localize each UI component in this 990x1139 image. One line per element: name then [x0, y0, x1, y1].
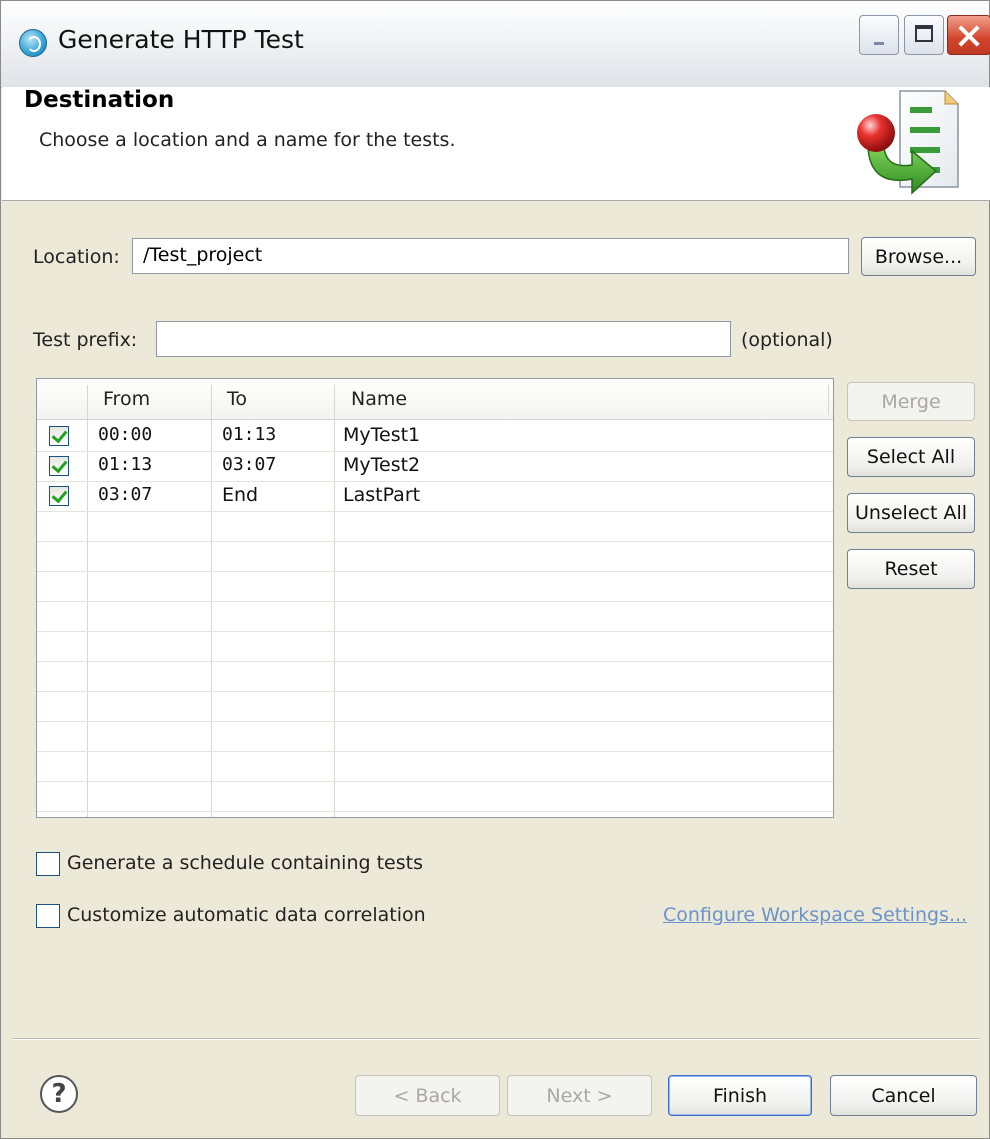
row-checkbox[interactable]: [49, 426, 69, 446]
title-bar: Generate HTTP Test: [1, 1, 990, 88]
generate-schedule-checkbox[interactable]: [36, 852, 60, 876]
test-split-table[interactable]: From To Name 00:00 01:13 MyTest1 01:13 0…: [36, 378, 834, 818]
back-button[interactable]: < Back: [355, 1075, 500, 1116]
row-from: 00:00: [98, 424, 153, 445]
column-header-to[interactable]: To: [227, 388, 247, 410]
cancel-button[interactable]: Cancel: [830, 1075, 977, 1116]
row-to: 01:13: [222, 424, 277, 445]
table-header: From To Name: [37, 379, 833, 420]
test-prefix-field[interactable]: [156, 321, 731, 357]
unselect-all-button[interactable]: Unselect All: [847, 493, 975, 533]
location-field[interactable]: /Test_project: [132, 238, 849, 274]
row-checkbox[interactable]: [49, 486, 69, 506]
optional-hint: (optional): [741, 329, 833, 351]
test-prefix-label: Test prefix:: [33, 329, 138, 351]
empty-row: [37, 601, 833, 632]
reset-button[interactable]: Reset: [847, 549, 975, 589]
empty-row: [37, 511, 833, 542]
table-row[interactable]: 01:13 03:07 MyTest2: [37, 451, 833, 482]
table-row[interactable]: 00:00 01:13 MyTest1: [37, 421, 833, 452]
wizard-generate-icon: [857, 90, 959, 195]
row-from: 01:13: [98, 454, 153, 475]
row-to: 03:07: [222, 454, 277, 475]
column-divider: [828, 385, 829, 415]
empty-row: [37, 661, 833, 692]
column-header-name[interactable]: Name: [351, 388, 407, 410]
customize-correlation-checkbox[interactable]: [36, 904, 60, 928]
rpt-globe-icon: [19, 29, 47, 57]
empty-row: [37, 691, 833, 722]
row-name[interactable]: LastPart: [343, 484, 420, 506]
empty-row: [37, 721, 833, 752]
configure-workspace-settings-link[interactable]: Configure Workspace Settings...: [663, 904, 967, 926]
empty-row: [37, 631, 833, 662]
row-from: 03:07: [98, 484, 153, 505]
maximize-button[interactable]: [904, 15, 944, 55]
empty-row: [37, 751, 833, 782]
help-icon[interactable]: ?: [40, 1075, 78, 1113]
finish-button[interactable]: Finish: [668, 1075, 812, 1116]
page-title: Destination: [24, 87, 175, 113]
page-description: Choose a location and a name for the tes…: [39, 129, 456, 151]
generate-schedule-label[interactable]: Generate a schedule containing tests: [67, 852, 423, 874]
location-label: Location:: [33, 246, 120, 268]
footer-separator: [13, 1038, 979, 1040]
wizard-header: Destination Choose a location and a name…: [2, 87, 990, 201]
column-header-from[interactable]: From: [103, 388, 150, 410]
close-button[interactable]: [947, 15, 990, 55]
table-row[interactable]: 03:07 End LastPart: [37, 481, 833, 512]
empty-row: [37, 781, 833, 812]
customize-correlation-label[interactable]: Customize automatic data correlation: [67, 904, 426, 926]
merge-button[interactable]: Merge: [847, 382, 975, 421]
window-title: Generate HTTP Test: [58, 25, 304, 54]
row-name[interactable]: MyTest1: [343, 424, 420, 446]
row-to: End: [222, 484, 259, 506]
row-checkbox[interactable]: [49, 456, 69, 476]
next-button[interactable]: Next >: [507, 1075, 652, 1116]
select-all-button[interactable]: Select All: [847, 437, 975, 477]
browse-button[interactable]: Browse...: [861, 237, 976, 276]
empty-row: [37, 571, 833, 602]
row-name[interactable]: MyTest2: [343, 454, 420, 476]
empty-row: [37, 541, 833, 572]
generate-http-test-dialog: Generate HTTP Test Destination Choose a …: [0, 0, 990, 1139]
minimize-button[interactable]: [859, 15, 899, 55]
